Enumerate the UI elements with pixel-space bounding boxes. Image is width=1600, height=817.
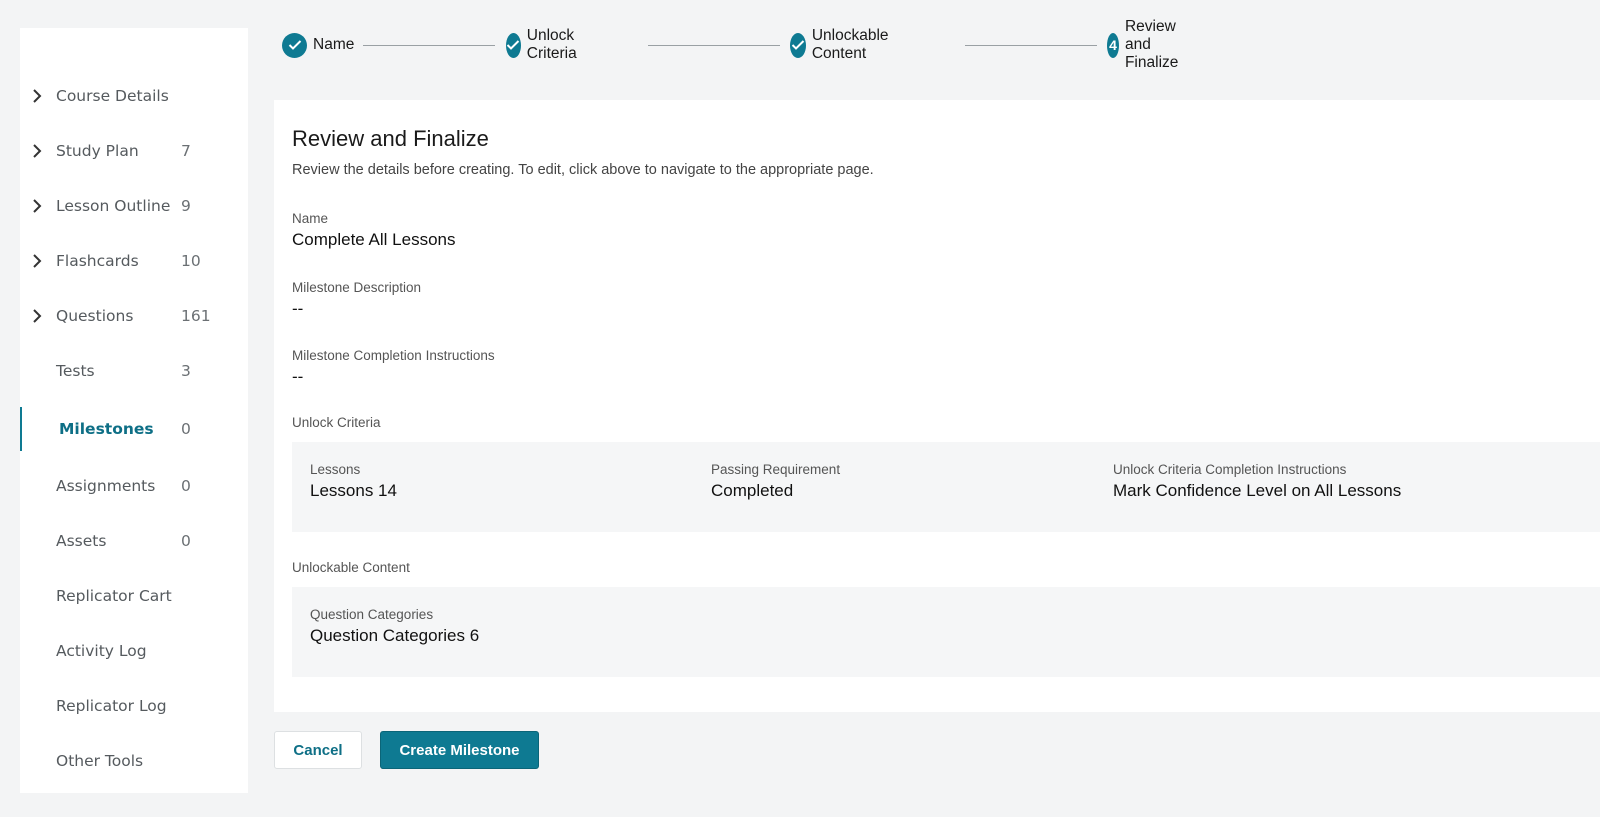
check-icon (790, 32, 806, 58)
step-name[interactable]: Name (282, 30, 354, 60)
sidebar-item-label: Activity Log (56, 642, 147, 660)
step-number: 4 (1107, 32, 1119, 58)
sidebar-item-label: Course Details (56, 87, 169, 105)
sidebar-item-count: 161 (181, 307, 211, 325)
passing-requirement-value: Completed (711, 481, 794, 500)
sidebar-item-lesson-outline[interactable]: Lesson Outline 9 (20, 186, 248, 226)
sidebar-item-other-tools[interactable]: Other Tools (20, 741, 248, 781)
completion-instructions-value: -- (292, 367, 304, 386)
lessons-value: Lessons 14 (310, 481, 397, 500)
sidebar-item-label: Other Tools (56, 752, 144, 770)
sidebar-item-count: 0 (181, 477, 191, 495)
step-review-and-finalize[interactable]: 4 Review and Finalize (1107, 18, 1191, 71)
sidebar-item-flashcards[interactable]: Flashcards 10 (20, 241, 248, 281)
sidebar-item-count: 9 (181, 197, 191, 215)
chevron-right-icon (29, 198, 45, 214)
chevron-right-icon (29, 143, 45, 159)
sidebar-item-replicator-log[interactable]: Replicator Log (20, 686, 248, 726)
unlockable-content-heading: Unlockable Content (292, 560, 410, 575)
sidebar-item-count: 3 (181, 362, 191, 380)
sidebar-item-activity-log[interactable]: Activity Log (20, 631, 248, 671)
sidebar-item-assets[interactable]: Assets 0 (20, 521, 248, 561)
lessons-label: Lessons (310, 462, 361, 477)
step-label: Unlock Criteria (526, 27, 577, 62)
page-subtitle: Review the details before creating. To e… (292, 162, 874, 178)
question-categories-label: Question Categories (310, 607, 434, 622)
check-icon (282, 32, 307, 58)
sidebar-item-label: Milestones (59, 420, 154, 438)
sidebar-item-label: Assignments (56, 477, 156, 495)
sidebar-item-label: Replicator Cart (56, 587, 172, 605)
criteria-instructions-value: Mark Confidence Level on All Lessons (1113, 481, 1402, 500)
sidebar-item-label: Study Plan (56, 142, 139, 160)
sidebar-item-label: Flashcards (56, 252, 139, 270)
page-title: Review and Finalize (292, 126, 489, 151)
sidebar-item-label: Tests (56, 362, 95, 380)
sidebar-item-count: 10 (181, 252, 201, 270)
sidebar-item-label: Questions (56, 307, 134, 325)
unlock-criteria-box: Lessons Lessons 14 Passing Requirement C… (292, 442, 1600, 532)
chevron-right-icon (29, 88, 45, 104)
step-connector (363, 45, 495, 46)
cancel-button[interactable]: Cancel (274, 731, 362, 769)
sidebar-item-label: Assets (56, 532, 107, 550)
step-connector (965, 45, 1097, 46)
step-label: Unlockable Content (811, 27, 889, 62)
sidebar-item-count: 0 (181, 420, 191, 438)
completion-instructions-label: Milestone Completion Instructions (292, 348, 495, 363)
sidebar-item-label: Replicator Log (56, 697, 167, 715)
unlockable-content-box: Question Categories Question Categories … (292, 587, 1600, 677)
sidebar-item-label: Lesson Outline (56, 197, 171, 215)
sidebar-item-replicator-cart[interactable]: Replicator Cart (20, 576, 248, 616)
step-unlockable-content[interactable]: Unlockable Content (790, 27, 898, 62)
step-label: Review and Finalize (1124, 18, 1179, 71)
review-panel: Review and Finalize Review the details b… (274, 100, 1600, 712)
sidebar-item-tests[interactable]: Tests 3 (20, 351, 248, 391)
name-value: Complete All Lessons (292, 230, 456, 249)
milestone-description-value: -- (292, 299, 304, 318)
check-icon (506, 32, 521, 58)
create-milestone-button[interactable]: Create Milestone (380, 731, 539, 769)
step-label: Name (313, 36, 355, 53)
sidebar-item-milestones[interactable]: Milestones 0 (20, 407, 248, 451)
unlock-criteria-heading: Unlock Criteria (292, 415, 381, 430)
sidebar: Course Details Study Plan 7 Lesson Outli… (20, 28, 248, 793)
question-categories-value: Question Categories 6 (310, 626, 480, 645)
milestone-description-label: Milestone Description (292, 280, 422, 295)
chevron-right-icon (29, 253, 45, 269)
sidebar-item-count: 7 (181, 142, 191, 160)
active-indicator (20, 407, 22, 451)
sidebar-item-course-details[interactable]: Course Details (20, 76, 248, 116)
step-connector (648, 45, 780, 46)
chevron-right-icon (29, 308, 45, 324)
sidebar-item-study-plan[interactable]: Study Plan 7 (20, 131, 248, 171)
sidebar-item-assignments[interactable]: Assignments 0 (20, 466, 248, 506)
sidebar-item-count: 0 (181, 532, 191, 550)
step-unlock-criteria[interactable]: Unlock Criteria (506, 27, 587, 62)
passing-requirement-label: Passing Requirement (711, 462, 841, 477)
sidebar-item-questions[interactable]: Questions 161 (20, 296, 248, 336)
criteria-instructions-label: Unlock Criteria Completion Instructions (1113, 462, 1347, 477)
name-label: Name (292, 211, 329, 226)
